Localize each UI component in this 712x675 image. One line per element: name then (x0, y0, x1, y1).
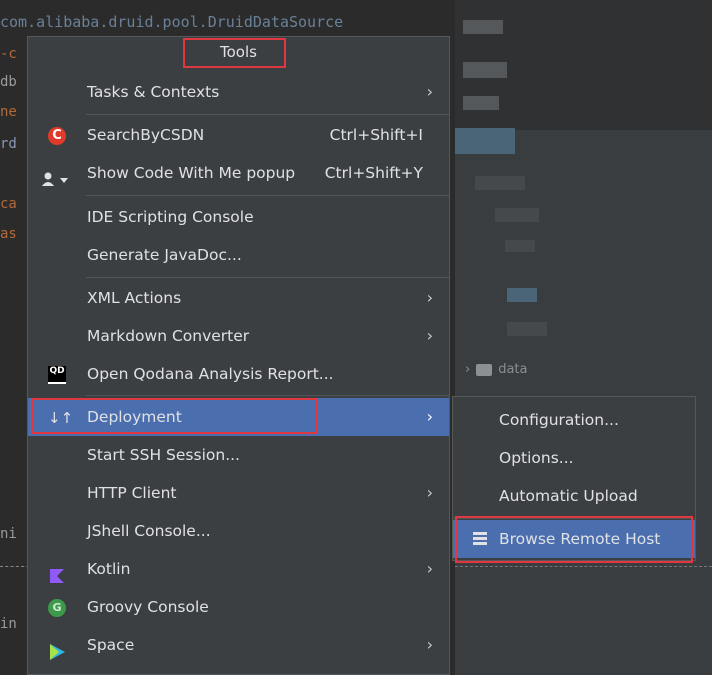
submenu-item-label: Browse Remote Host (499, 530, 661, 548)
menu-item-search-by-csdn[interactable]: C SearchByCSDN Ctrl+Shift+I (28, 116, 449, 154)
code-fragment: ni (0, 526, 17, 542)
chevron-right-icon: › (426, 483, 433, 502)
folder-icon (476, 363, 493, 376)
code-fragment: in (0, 616, 17, 632)
chevron-right-icon: › (465, 362, 471, 377)
submenu-item-browse-remote-host[interactable]: Browse Remote Host (453, 520, 695, 558)
deployment-icon: ↓↑ (48, 409, 74, 427)
shortcut-label: Ctrl+Shift+Y (324, 164, 423, 182)
menu-item-label: Groovy Console (87, 598, 209, 616)
groovy-icon: G (48, 599, 66, 617)
menu-item-label: HTTP Client (87, 484, 177, 502)
project-tree-panel (455, 0, 712, 675)
kotlin-icon (48, 561, 66, 583)
menu-item-kotlin[interactable]: Kotlin › (28, 550, 449, 588)
menu-item-label: Start SSH Session... (87, 446, 240, 464)
menu-item-label: Generate JavaDoc... (87, 246, 242, 264)
menu-separator (453, 518, 695, 519)
tree-folder-row[interactable]: › data (465, 362, 528, 377)
remote-host-icon (473, 532, 487, 546)
menu-item-label: JShell Console... (87, 522, 211, 540)
menu-title: Tools (220, 43, 257, 61)
submenu-item-label: Options... (499, 449, 574, 467)
menu-item-label: Deployment (87, 408, 182, 426)
menu-item-label: SearchByCSDN (87, 126, 205, 144)
chevron-right-icon: › (426, 407, 433, 426)
menu-item-open-qodana-report[interactable]: QD Open Qodana Analysis Report... (28, 355, 449, 393)
menu-item-groovy-console[interactable]: G Groovy Console (28, 588, 449, 626)
menu-item-jshell-console[interactable]: JShell Console... (28, 512, 449, 550)
menu-item-label: Markdown Converter (87, 327, 250, 345)
submenu-item-label: Automatic Upload (499, 487, 638, 505)
code-with-me-icon (40, 165, 74, 186)
menu-separator (86, 114, 449, 115)
submenu-item-options[interactable]: Options... (453, 439, 695, 477)
menu-item-label: Tasks & Contexts (87, 83, 220, 101)
qodana-icon: QD (48, 366, 66, 384)
menu-item-label: Show Code With Me popup (87, 164, 296, 182)
code-fragment: -c (0, 46, 17, 62)
divider (455, 566, 712, 567)
chevron-right-icon: › (426, 288, 433, 307)
menu-separator (86, 395, 449, 396)
menu-item-generate-javadoc[interactable]: Generate JavaDoc... (28, 236, 449, 274)
code-fragment: as (0, 226, 17, 242)
menu-item-ide-scripting-console[interactable]: IDE Scripting Console (28, 198, 449, 236)
space-icon (48, 637, 66, 660)
menu-item-tasks-contexts[interactable]: Tasks & Contexts › (28, 73, 449, 111)
submenu-item-configuration[interactable]: Configuration... (453, 401, 695, 439)
menu-item-label: IDE Scripting Console (87, 208, 254, 226)
menu-item-label: XML Actions (87, 289, 182, 307)
code-fragment: db (0, 74, 17, 90)
submenu-item-automatic-upload[interactable]: Automatic Upload (453, 477, 695, 515)
menu-separator (86, 195, 449, 196)
deployment-submenu: Configuration... Options... Automatic Up… (452, 396, 696, 561)
tools-menu: Tools Tasks & Contexts › C SearchByCSDN … (27, 36, 450, 675)
code-fragment: ca (0, 196, 17, 212)
menu-item-deployment[interactable]: ↓↑ Deployment › (28, 398, 449, 436)
menu-item-start-ssh-session[interactable]: Start SSH Session... (28, 436, 449, 474)
menu-separator (86, 277, 449, 278)
submenu-item-label: Configuration... (499, 411, 619, 429)
menu-item-show-code-with-me[interactable]: Show Code With Me popup Ctrl+Shift+Y (28, 154, 449, 192)
menu-item-xml-actions[interactable]: XML Actions › (28, 279, 449, 317)
shortcut-label: Ctrl+Shift+I (329, 126, 423, 144)
code-line: com.alibaba.druid.pool.DruidDataSource (0, 13, 344, 31)
code-fragment: rd (0, 136, 17, 152)
chevron-right-icon: › (426, 559, 433, 578)
tree-folder-label: data (498, 362, 528, 377)
menu-item-space[interactable]: Space › (28, 626, 449, 664)
menu-item-label: Space (87, 636, 135, 654)
chevron-right-icon: › (426, 635, 433, 654)
code-fragment: ne (0, 104, 17, 120)
menu-item-markdown-converter[interactable]: Markdown Converter › (28, 317, 449, 355)
chevron-right-icon: › (426, 82, 433, 101)
chevron-right-icon: › (426, 326, 433, 345)
menu-item-label: Open Qodana Analysis Report... (87, 365, 334, 383)
csdn-icon: C (48, 127, 66, 145)
menu-item-label: Kotlin (87, 560, 131, 578)
menu-item-http-client[interactable]: HTTP Client › (28, 474, 449, 512)
